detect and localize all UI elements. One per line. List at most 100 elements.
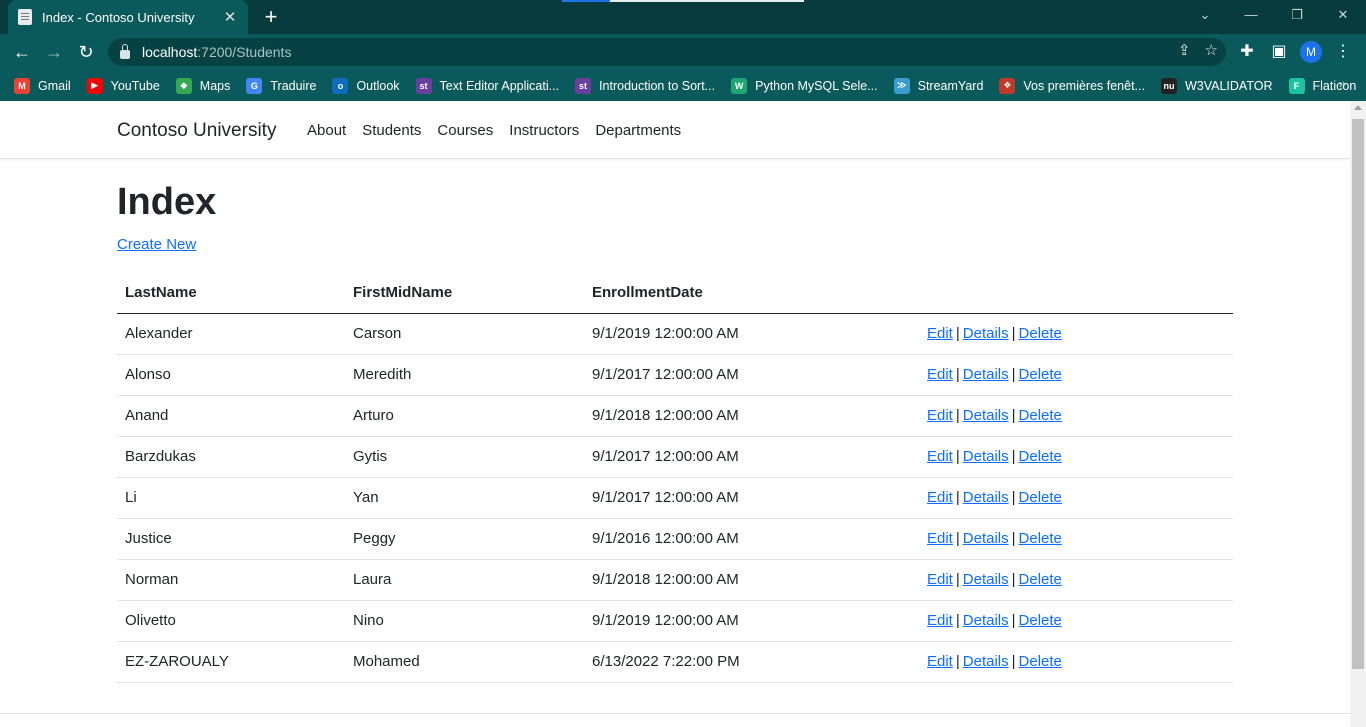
tab-close-icon[interactable]: ✕ <box>222 8 238 26</box>
bookmark-item[interactable]: F Flaticon <box>1288 77 1356 94</box>
delete-link[interactable]: Delete <box>1019 325 1062 342</box>
bookmark-item[interactable]: ≫ StreamYard <box>893 77 983 94</box>
nav-link-students[interactable]: Students <box>362 122 421 139</box>
cell-enrollmentdate: 9/1/2018 12:00:00 AM <box>584 559 919 601</box>
scrollbar-thumb[interactable] <box>1352 119 1364 669</box>
page-favicon-icon <box>18 9 32 25</box>
bookmark-label: Python MySQL Sele... <box>755 78 878 93</box>
profile-avatar[interactable]: M <box>1300 41 1322 63</box>
tab-search-icon[interactable]: ⌄ <box>1182 0 1228 30</box>
bookmarks-overflow-icon[interactable]: » <box>1339 76 1346 91</box>
cell-firstmidname: Yan <box>345 477 584 519</box>
edit-link[interactable]: Edit <box>927 407 953 424</box>
table-row: Anand Arturo 9/1/2018 12:00:00 AM Edit | Deta… <box>117 395 1233 437</box>
bookmark-label: Gmail <box>38 78 71 93</box>
nav-link-departments[interactable]: Departments <box>595 122 681 139</box>
table-row: Justice Peggy 9/1/2016 12:00:00 AM Edit | Det… <box>117 518 1233 560</box>
action-separator: | <box>1011 407 1016 424</box>
address-bar[interactable]: localhost:7200/Students ⇪ ☆ <box>108 38 1226 66</box>
bookmark-icon: ❖ <box>999 77 1016 94</box>
share-icon[interactable]: ⇪ <box>1178 41 1191 59</box>
details-link[interactable]: Details <box>963 530 1009 547</box>
bookmark-item[interactable]: G Traduire <box>246 77 316 94</box>
bookmark-item[interactable]: ❖ Vos premières fenêt... <box>999 77 1145 94</box>
edit-link[interactable]: Edit <box>927 612 953 629</box>
bookmark-item[interactable]: st Introduction to Sort... <box>575 77 715 94</box>
delete-link[interactable]: Delete <box>1019 366 1062 383</box>
edit-link[interactable]: Edit <box>927 571 953 588</box>
bookmark-item[interactable]: ◆ Maps <box>175 77 230 94</box>
restore-button[interactable]: ❐ <box>1274 0 1320 30</box>
delete-link[interactable]: Delete <box>1019 448 1062 465</box>
details-link[interactable]: Details <box>963 407 1009 424</box>
delete-link[interactable]: Delete <box>1019 530 1062 547</box>
delete-link[interactable]: Delete <box>1019 653 1062 670</box>
site-nav-links: About Students Courses Instructors Depar… <box>307 122 681 139</box>
bookmark-item[interactable]: ▶ YouTube <box>86 77 160 94</box>
cell-enrollmentdate: 9/1/2017 12:00:00 AM <box>584 477 919 519</box>
delete-link[interactable]: Delete <box>1019 571 1062 588</box>
details-link[interactable]: Details <box>963 366 1009 383</box>
extensions-puzzle-icon[interactable]: ✚ <box>1236 39 1258 65</box>
scroll-up-arrow-icon[interactable] <box>1354 105 1362 110</box>
delete-link[interactable]: Delete <box>1019 489 1062 506</box>
cell-actions: Edit | Details | Delete <box>919 600 1233 642</box>
site-brand-link[interactable]: Contoso University <box>117 120 276 142</box>
action-separator: | <box>955 407 960 424</box>
bookmark-star-icon[interactable]: ☆ <box>1205 41 1218 59</box>
details-link[interactable]: Details <box>963 325 1009 342</box>
edit-link[interactable]: Edit <box>927 448 953 465</box>
details-link[interactable]: Details <box>963 612 1009 629</box>
reload-icon[interactable]: ↻ <box>73 39 99 65</box>
cell-actions: Edit | Details | Delete <box>919 354 1233 396</box>
action-separator: | <box>1011 366 1016 383</box>
table-row: Li Yan 9/1/2017 12:00:00 AM Edit | Details | De… <box>117 477 1233 519</box>
action-separator: | <box>1011 489 1016 506</box>
details-link[interactable]: Details <box>963 653 1009 670</box>
cell-firstmidname: Arturo <box>345 395 584 437</box>
bookmark-item[interactable]: W Python MySQL Sele... <box>731 77 878 94</box>
back-arrow-icon[interactable]: ← <box>9 39 35 65</box>
delete-link[interactable]: Delete <box>1019 407 1062 424</box>
cell-enrollmentdate: 9/1/2018 12:00:00 AM <box>584 395 919 437</box>
menu-kebab-icon[interactable]: ⋮ <box>1332 39 1354 65</box>
table-row: Alexander Carson 9/1/2019 12:00:00 AM Edit |… <box>117 313 1233 355</box>
edit-link[interactable]: Edit <box>927 325 953 342</box>
bookmark-label: W3VALIDATOR <box>1184 78 1273 93</box>
bookmark-item[interactable]: M Gmail <box>14 77 71 94</box>
edit-link[interactable]: Edit <box>927 530 953 547</box>
cell-enrollmentdate: 9/1/2017 12:00:00 AM <box>584 436 919 478</box>
edit-link[interactable]: Edit <box>927 366 953 383</box>
details-link[interactable]: Details <box>963 448 1009 465</box>
browser-tab-active[interactable]: Index - Contoso University ✕ <box>8 0 248 34</box>
action-separator: | <box>955 448 960 465</box>
nav-link-instructors[interactable]: Instructors <box>509 122 579 139</box>
action-separator: | <box>1011 448 1016 465</box>
new-tab-button[interactable]: + <box>258 4 284 30</box>
bookmark-item[interactable]: nu W3VALIDATOR <box>1160 77 1273 94</box>
studytonight-icon: st <box>575 77 592 94</box>
cell-firstmidname: Gytis <box>345 436 584 478</box>
cell-lastname: Alexander <box>117 313 345 355</box>
edit-link[interactable]: Edit <box>927 653 953 670</box>
action-separator: | <box>955 325 960 342</box>
table-row: Alonso Meredith 9/1/2017 12:00:00 AM Edit | D… <box>117 354 1233 396</box>
nav-link-about[interactable]: About <box>307 122 346 139</box>
nav-link-courses[interactable]: Courses <box>437 122 493 139</box>
minimize-button[interactable]: — <box>1228 0 1274 30</box>
cell-lastname: Olivetto <box>117 600 345 642</box>
page-scrollbar[interactable] <box>1350 101 1366 727</box>
forward-arrow-icon[interactable]: → <box>41 39 67 65</box>
lock-icon[interactable] <box>120 43 130 59</box>
bookmark-item[interactable]: st Text Editor Applicati... <box>415 77 559 94</box>
details-link[interactable]: Details <box>963 571 1009 588</box>
bookmark-item[interactable]: o Outlook <box>332 77 400 94</box>
cell-lastname: EZ-ZAROUALY <box>117 641 345 683</box>
side-panel-icon[interactable]: ▣ <box>1268 39 1290 65</box>
details-link[interactable]: Details <box>963 489 1009 506</box>
maps-icon: ◆ <box>175 77 192 94</box>
create-new-link[interactable]: Create New <box>117 236 196 253</box>
edit-link[interactable]: Edit <box>927 489 953 506</box>
close-window-button[interactable]: ✕ <box>1320 0 1366 30</box>
delete-link[interactable]: Delete <box>1019 612 1062 629</box>
